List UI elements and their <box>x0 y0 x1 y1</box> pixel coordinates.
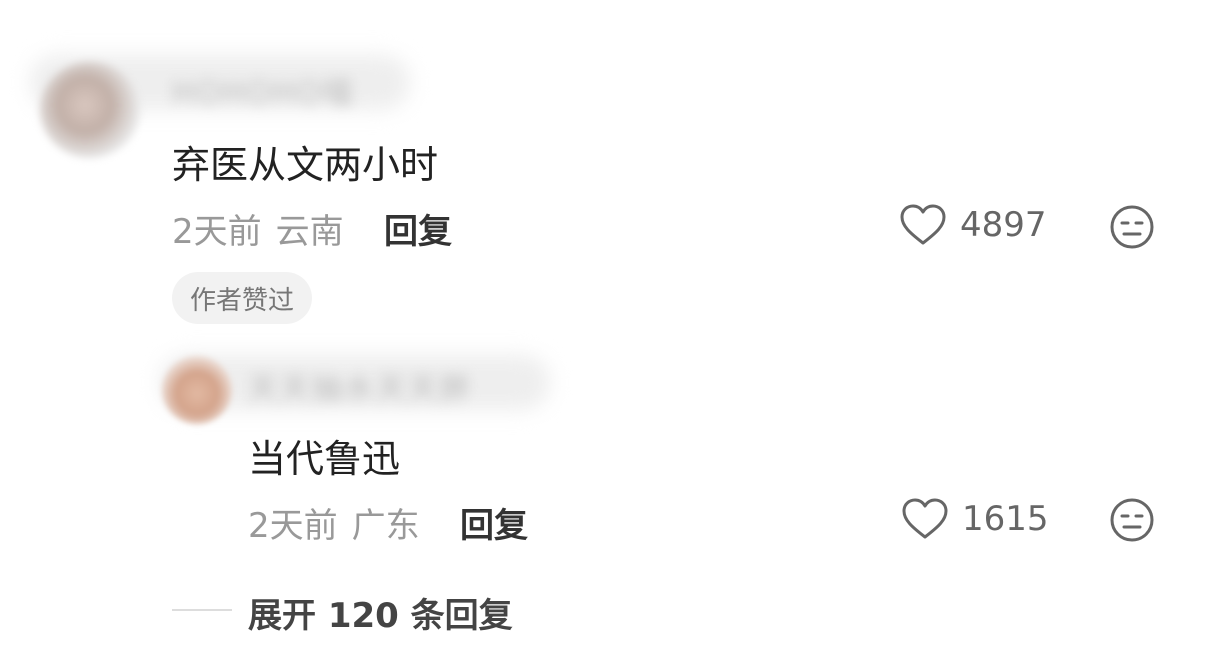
comment-text: 弃医从文两小时 <box>172 143 439 187</box>
reply-time: 2天前 <box>248 506 338 546</box>
comment-location: 云南 <box>275 212 344 252</box>
avatar[interactable] <box>40 62 140 158</box>
comment-time: 2天前 <box>172 212 262 252</box>
author-liked-badge: 作者赞过 <box>172 272 313 324</box>
reply-username[interactable]: 天天抽水天天胖 <box>248 364 472 408</box>
heart-outline-icon <box>902 498 948 539</box>
reply-location: 广东 <box>351 506 420 546</box>
neutral-face-icon[interactable] <box>1109 497 1155 543</box>
expand-divider <box>172 609 232 611</box>
comment-username[interactable]: HOHOHO喵 <box>172 68 355 112</box>
like-button[interactable]: 1615 <box>902 498 1049 540</box>
like-count: 1615 <box>962 499 1049 539</box>
heart-outline-icon <box>900 204 946 245</box>
reply-meta: 2天前 广东 <box>248 498 434 547</box>
reply-button[interactable]: 回复 <box>384 204 452 253</box>
expand-replies-button[interactable]: 展开 120 条回复 <box>248 588 513 637</box>
reply-text: 当代鲁迅 <box>248 437 401 481</box>
avatar[interactable] <box>162 356 232 424</box>
comment-meta: 2天前 云南 <box>172 204 358 253</box>
neutral-face-icon[interactable] <box>1109 204 1155 250</box>
reply-button[interactable]: 回复 <box>460 498 528 547</box>
like-button[interactable]: 4897 <box>900 204 1047 246</box>
like-count: 4897 <box>960 205 1047 245</box>
